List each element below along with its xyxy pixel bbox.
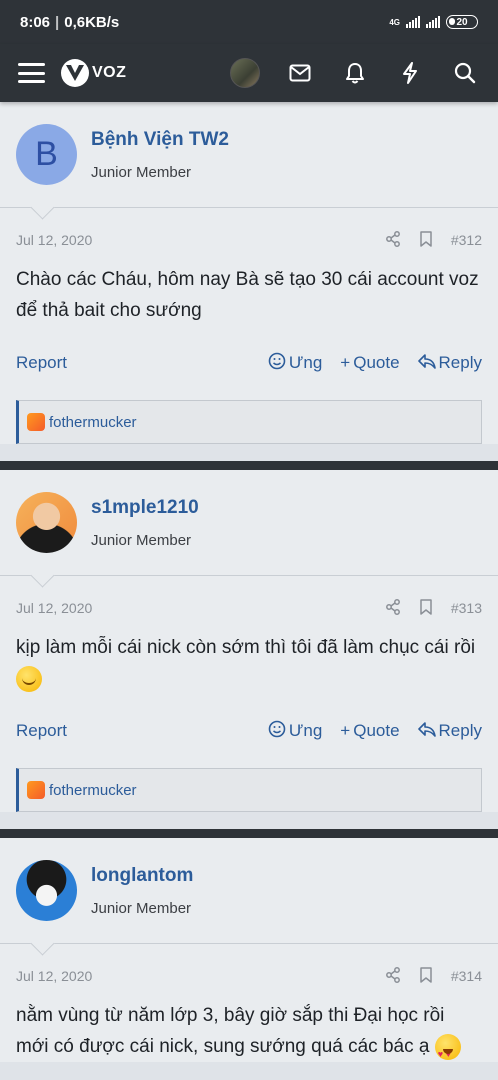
post-meta-actions: #313 — [385, 598, 482, 618]
thread-content: B Bệnh Viện TW2 Junior Member Jul 12, 20… — [0, 102, 498, 1070]
avatar-letter: B — [35, 135, 58, 173]
user-title: Junior Member — [91, 163, 192, 181]
status-divider: | — [55, 13, 60, 31]
post-text: nằm vùng từ năm lớp 3, bây giờ sắp thi Đ… — [16, 1005, 445, 1057]
reply-button[interactable]: Reply — [417, 353, 482, 374]
inbox-icon[interactable] — [285, 58, 315, 88]
share-icon[interactable] — [385, 598, 401, 618]
quote-label: Quote — [353, 353, 400, 372]
reply-icon — [417, 721, 436, 742]
bookmark-icon[interactable] — [419, 966, 433, 986]
plus-icon: + — [340, 721, 351, 740]
battery-level: 20 — [456, 16, 468, 28]
username[interactable]: longlantom — [91, 865, 193, 887]
post-text-wrapper: kịp làm mỗi cái nick còn sớm thì tôi đã … — [16, 632, 482, 694]
post-body: Jul 12, 2020 #312 Chào các Cháu, hôm nay… — [0, 208, 498, 444]
post-meta: Jul 12, 2020 #312 — [16, 208, 482, 264]
logo-text: VOZ — [92, 64, 127, 81]
post-body: Jul 12, 2020 #313 kịp làm mỗi cái nick c… — [0, 576, 498, 812]
post-actions: Report Ưng + Quote Reply — [16, 326, 482, 400]
bookmark-icon[interactable] — [419, 230, 433, 250]
ung-label: Ưng — [288, 353, 323, 372]
network-type: 4G — [389, 17, 400, 27]
post-meta-actions: #314 — [385, 966, 482, 986]
bell-icon[interactable] — [340, 58, 370, 88]
reaction-user[interactable]: fothermucker — [49, 414, 137, 431]
report-button[interactable]: Report — [16, 353, 67, 373]
post-meta: Jul 12, 2020 #313 — [16, 576, 482, 632]
user-info: Bệnh Viện TW2 Junior Member — [91, 129, 229, 181]
reaction-user[interactable]: fothermucker — [49, 782, 137, 799]
post-number[interactable]: #314 — [451, 968, 482, 984]
smirk-emoji-icon — [16, 665, 42, 692]
post-header: s1mple1210 Junior Member — [0, 470, 498, 576]
username[interactable]: s1mple1210 — [91, 497, 199, 519]
nav-actions — [230, 58, 480, 88]
status-net-speed: 0,6KB/s — [64, 13, 120, 31]
post-date[interactable]: Jul 12, 2020 — [16, 600, 92, 616]
post: B Bệnh Viện TW2 Junior Member Jul 12, 20… — [0, 102, 498, 444]
post-date[interactable]: Jul 12, 2020 — [16, 232, 92, 248]
share-icon[interactable] — [385, 966, 401, 986]
post-meta: Jul 12, 2020 #314 — [16, 944, 482, 1000]
post: s1mple1210 Junior Member Jul 12, 2020 #3… — [0, 461, 498, 812]
site-logo[interactable]: VOZ — [61, 59, 126, 87]
status-bar: 8:06 | 0,6KB/s 4G 20 — [0, 0, 498, 44]
share-icon[interactable] — [385, 230, 401, 250]
reply-label: Reply — [438, 353, 482, 372]
user-avatar[interactable] — [230, 58, 260, 88]
post-text: Chào các Cháu, hôm nay Bà sẽ tạo 30 cái … — [16, 269, 479, 321]
top-navbar: VOZ — [0, 44, 498, 102]
report-button[interactable]: Report — [16, 721, 67, 741]
ung-label: Ưng — [288, 721, 323, 740]
user-title: Junior Member — [91, 899, 192, 917]
user-info: s1mple1210 Junior Member — [91, 497, 199, 549]
avatar[interactable] — [16, 492, 77, 553]
user-info: longlantom Junior Member — [91, 865, 193, 917]
quote-label: Quote — [353, 721, 400, 740]
post: longlantom Junior Member Jul 12, 2020 #3… — [0, 829, 498, 1070]
post-text-wrapper: nằm vùng từ năm lớp 3, bây giờ sắp thi Đ… — [16, 1000, 482, 1070]
reaction-icon — [27, 413, 45, 431]
post-number[interactable]: #313 — [451, 600, 482, 616]
post-header: longlantom Junior Member — [0, 838, 498, 944]
menu-icon[interactable] — [18, 63, 45, 83]
ung-button[interactable]: Ưng — [268, 720, 322, 743]
post-number[interactable]: #312 — [451, 232, 482, 248]
bookmark-icon[interactable] — [419, 598, 433, 618]
signal-icon-2 — [426, 16, 440, 28]
heart-eyes-emoji-icon — [434, 1033, 461, 1070]
battery-icon: 20 — [446, 15, 478, 29]
reaction-icon — [27, 781, 45, 799]
reply-label: Reply — [438, 721, 482, 740]
signal-icon — [406, 16, 420, 28]
avatar[interactable]: B — [16, 124, 77, 185]
status-time: 8:06 — [20, 13, 51, 31]
reactions-bar[interactable]: fothermucker — [16, 400, 482, 444]
quote-button[interactable]: + Quote — [340, 721, 399, 741]
search-icon[interactable] — [450, 58, 480, 88]
post-actions: Report Ưng + Quote Reply — [16, 694, 482, 768]
react-icon — [268, 720, 286, 743]
avatar[interactable] — [16, 860, 77, 921]
lightning-icon[interactable] — [395, 58, 425, 88]
ung-button[interactable]: Ưng — [268, 352, 322, 375]
reply-button[interactable]: Reply — [417, 721, 482, 742]
reactions-bar[interactable]: fothermucker — [16, 768, 482, 812]
status-icons: 4G 20 — [389, 15, 478, 29]
post-meta-actions: #312 — [385, 230, 482, 250]
reply-icon — [417, 353, 436, 374]
post-date[interactable]: Jul 12, 2020 — [16, 968, 92, 984]
post-body: Jul 12, 2020 #314 nằm vùng từ năm lớp 3,… — [0, 944, 498, 1070]
react-icon — [268, 352, 286, 375]
post-text: kịp làm mỗi cái nick còn sớm thì tôi đã … — [16, 637, 476, 658]
quote-button[interactable]: + Quote — [340, 353, 399, 373]
user-title: Junior Member — [91, 531, 192, 549]
username[interactable]: Bệnh Viện TW2 — [91, 129, 229, 151]
logo-icon — [61, 59, 89, 87]
plus-icon: + — [340, 353, 351, 372]
post-header: B Bệnh Viện TW2 Junior Member — [0, 102, 498, 208]
